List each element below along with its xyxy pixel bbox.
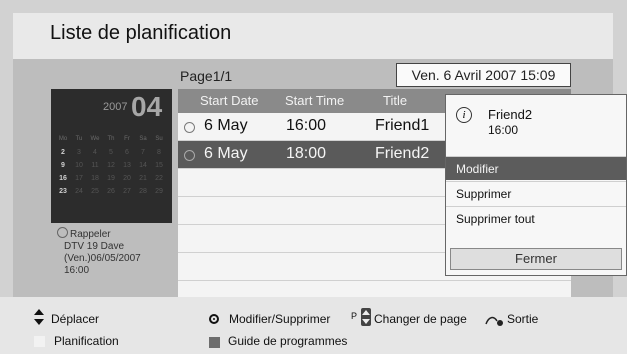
mini-calendar: 2007 04 Mo Tu We Th Fr Sa Su 2 3 4 5 6 7… [51, 89, 172, 223]
calendar-day: 20 [123, 175, 131, 182]
calendar-day: 22 [155, 175, 163, 182]
calendar-day: 7 [141, 149, 145, 156]
calendar-day: 2 [61, 149, 65, 156]
row-title: Friend1 [375, 117, 430, 134]
calendar-day: 26 [107, 188, 115, 195]
calendar-day: 10 [75, 162, 83, 169]
delete-option[interactable]: Supprimer [446, 181, 626, 205]
ok-button-icon [209, 314, 219, 324]
delete-all-option[interactable]: Supprimer tout [446, 206, 626, 230]
calendar-day: 9 [61, 162, 65, 169]
action-popup: i Friend2 16:00 Modifier Supprimer Suppr… [445, 94, 627, 276]
column-start-date: Start Date [200, 93, 259, 108]
exit-icon [485, 316, 503, 326]
current-datetime: Ven. 6 Avril 2007 15:09 [396, 63, 571, 87]
reminder-type: Rappeler [70, 229, 111, 240]
weekday: Mo [58, 136, 68, 142]
reminder-channel: DTV 19 Dave [64, 241, 125, 252]
weekday: Fr [124, 136, 130, 142]
calendar-day: 28 [139, 188, 147, 195]
calendar-grid: Mo Tu We Th Fr Sa Su 2 3 4 5 6 7 8 9 10 … [55, 133, 170, 198]
footer-guide: Guide de programmes [228, 334, 348, 348]
row-title: Friend2 [375, 145, 430, 162]
calendar-week: 9 10 11 12 13 14 15 [55, 159, 170, 172]
calendar-week: 23 24 25 26 27 28 29 [55, 185, 170, 198]
footer-exit: Sortie [507, 312, 539, 326]
calendar-day: 19 [107, 175, 115, 182]
calendar-day: 8 [157, 149, 161, 156]
calendar-year: 2007 [103, 101, 128, 113]
calendar-day: 13 [123, 162, 131, 169]
page-updown-icon [361, 308, 371, 326]
weekday: Th [107, 136, 115, 142]
reminder-time: 16:00 [64, 265, 90, 276]
weekday: Sa [139, 136, 147, 142]
page-indicator: Page1/1 [180, 68, 233, 84]
calendar-day: 12 [107, 162, 115, 169]
header-bar: Liste de planification [13, 13, 613, 59]
updown-arrows-icon [34, 309, 44, 325]
info-icon: i [456, 107, 472, 123]
footer-move: Déplacer [51, 312, 100, 326]
calendar-day: 29 [155, 188, 163, 195]
calendar-week: 2 3 4 5 6 7 8 [55, 146, 170, 159]
calendar-weekdays: Mo Tu We Th Fr Sa Su [55, 133, 170, 146]
modify-option[interactable]: Modifier [446, 156, 626, 180]
clock-icon [184, 150, 195, 161]
column-title: Title [383, 93, 408, 108]
calendar-day: 17 [75, 175, 83, 182]
weekday: We [90, 136, 100, 142]
calendar-day: 16 [59, 175, 67, 182]
calendar-day: 14 [139, 162, 147, 169]
calendar-month: 04 [131, 91, 163, 122]
gray-key-icon [209, 337, 220, 348]
calendar-day: 15 [155, 162, 163, 169]
calendar-day: 18 [91, 175, 99, 182]
schedule-screen: Liste de planification Page1/1 Ven. 6 Av… [0, 0, 627, 354]
footer-edit-delete: Modifier/Supprimer [229, 312, 331, 326]
calendar-day: 5 [109, 149, 113, 156]
clock-icon [57, 227, 68, 238]
calendar-day: 27 [123, 188, 131, 195]
weekday: Su [155, 136, 163, 142]
row-time: 16:00 [286, 117, 327, 134]
popup-program-time: 16:00 [488, 123, 519, 137]
calendar-day: 11 [91, 162, 99, 169]
reminder-date: (Ven.)06/05/2007 [64, 253, 141, 264]
calendar-week: 16 17 18 19 20 21 22 [55, 172, 170, 185]
calendar-day: 4 [93, 149, 97, 156]
weekday: Tu [75, 136, 83, 142]
page-title: Liste de planification [50, 22, 232, 44]
calendar-day: 3 [77, 149, 81, 156]
row-date: 6 May [204, 145, 248, 162]
clock-icon [184, 122, 195, 133]
p-key-label: P [351, 311, 358, 321]
close-button[interactable]: Fermer [450, 248, 622, 270]
footer-schedule: Planification [54, 334, 119, 348]
footer-change-page: Changer de page [374, 312, 467, 326]
calendar-day: 24 [75, 188, 83, 195]
popup-program-name: Friend2 [488, 107, 533, 122]
calendar-day: 21 [139, 175, 147, 182]
calendar-day: 23 [59, 188, 67, 195]
row-date: 6 May [204, 117, 248, 134]
column-start-time: Start Time [285, 93, 345, 108]
calendar-day: 6 [125, 149, 129, 156]
reminder-info: Rappeler DTV 19 Dave (Ven.)06/05/2007 16… [57, 227, 141, 277]
row-time: 18:00 [286, 145, 327, 162]
white-key-icon [34, 336, 45, 347]
calendar-day: 25 [91, 188, 99, 195]
table-row-empty [178, 281, 571, 298]
